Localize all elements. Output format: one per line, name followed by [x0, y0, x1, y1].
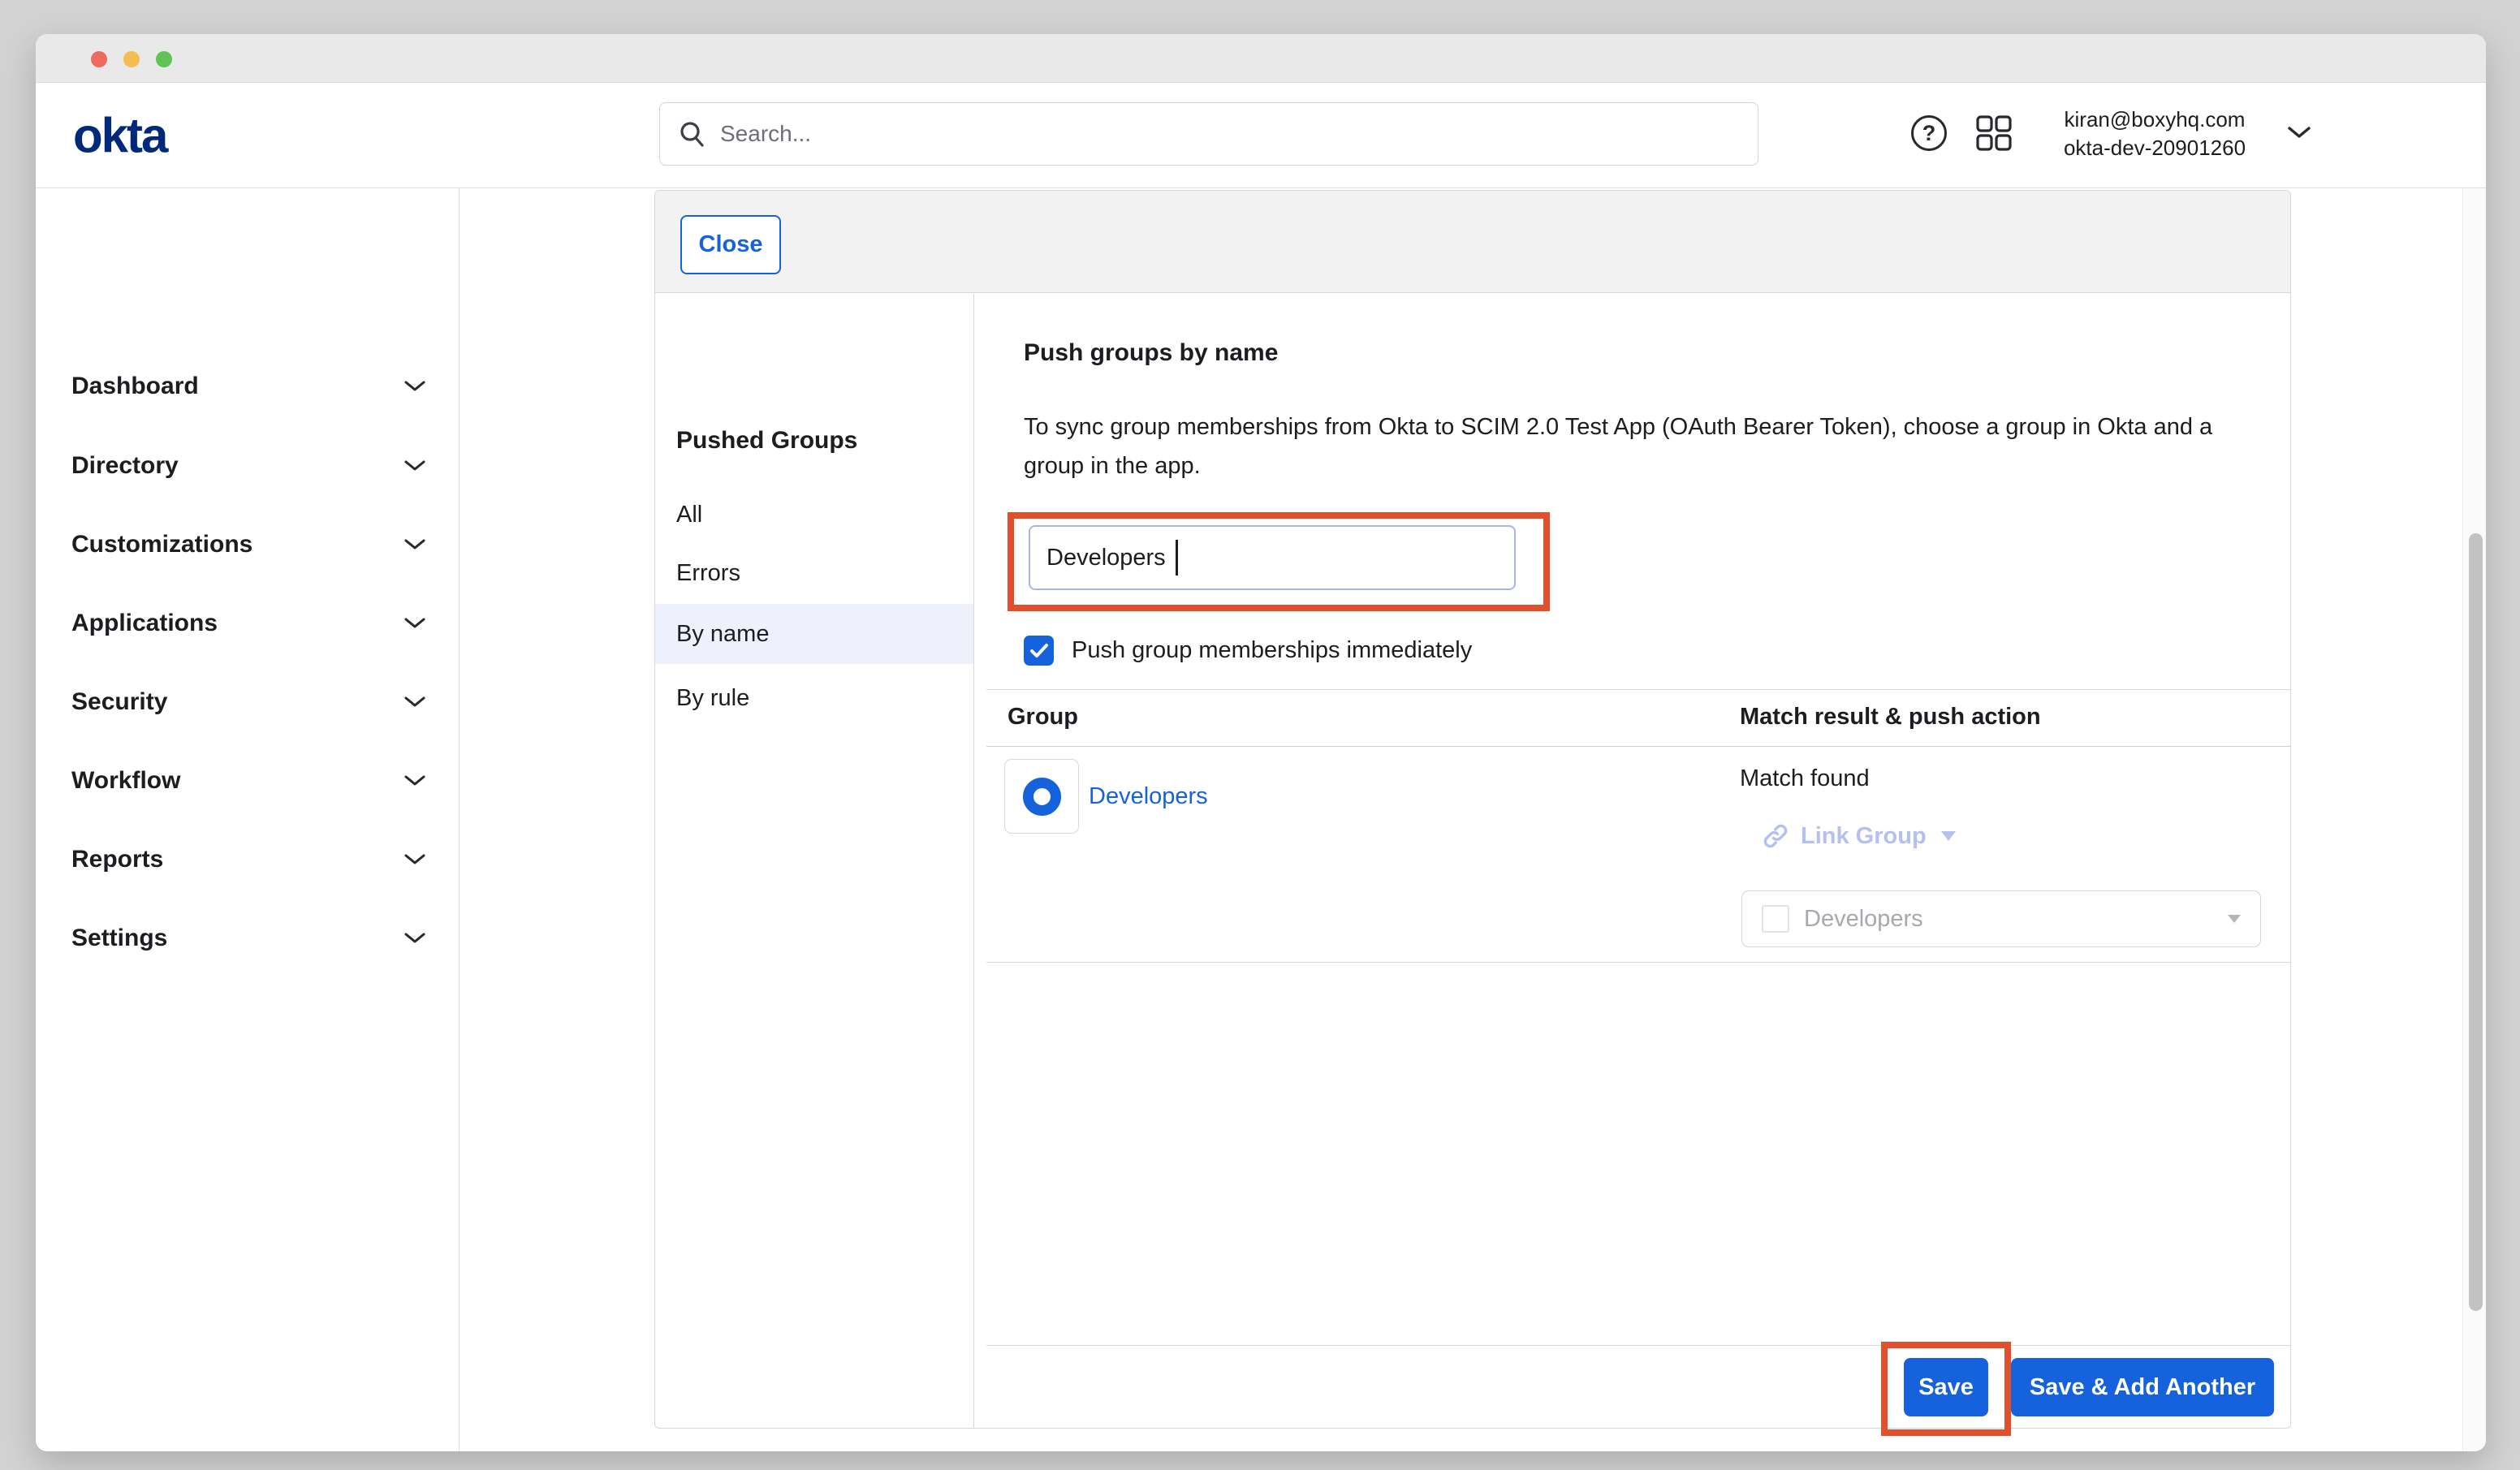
- link-group-dropdown[interactable]: Link Group: [1762, 822, 1956, 850]
- tab-errors[interactable]: Errors: [655, 543, 973, 603]
- push-immediately-row: Push group memberships immediately: [1024, 636, 1472, 666]
- browser-window: okta ?: [36, 34, 2486, 1451]
- chevron-down-icon: [403, 380, 426, 393]
- minimize-window-icon[interactable]: [123, 51, 140, 67]
- target-group-select[interactable]: Developers: [1741, 890, 2261, 947]
- row-divider: [986, 962, 2290, 963]
- scrollbar-track[interactable]: [2462, 188, 2486, 1451]
- search-icon: [678, 119, 707, 149]
- apps-grid-button[interactable]: [1974, 114, 2013, 153]
- link-icon: [1762, 822, 1789, 850]
- sidebar-item-dashboard[interactable]: Dashboard: [36, 356, 459, 416]
- app-header: okta ?: [36, 83, 2486, 188]
- tab-all[interactable]: All: [655, 485, 973, 545]
- chevron-down-icon: [403, 617, 426, 630]
- screen: okta ?: [0, 0, 2520, 1470]
- group-name-link[interactable]: Developers: [1089, 783, 1208, 810]
- push-immediately-label: Push group memberships immediately: [1072, 637, 1472, 664]
- chevron-down-icon[interactable]: [2286, 125, 2312, 140]
- sidebar-item-workflow[interactable]: Workflow: [36, 751, 459, 811]
- tab-by-name[interactable]: By name: [655, 604, 973, 664]
- link-group-label: Link Group: [1801, 823, 1927, 850]
- scrollbar-thumb[interactable]: [2469, 533, 2483, 1311]
- global-search[interactable]: [659, 102, 1758, 166]
- sidebar-item-security[interactable]: Security: [36, 672, 459, 732]
- pushed-groups-nav: Pushed Groups All Errors By name By rule: [655, 294, 974, 1428]
- okta-group-icon: [1023, 778, 1061, 816]
- group-name-input[interactable]: [1029, 525, 1516, 590]
- account-org: okta-dev-20901260: [2035, 134, 2275, 162]
- question-mark-icon: ?: [1922, 121, 1936, 146]
- push-immediately-checkbox[interactable]: [1024, 636, 1054, 666]
- table-divider: [986, 689, 2290, 690]
- account-menu[interactable]: kiran@boxyhq.com okta-dev-20901260: [2035, 106, 2275, 162]
- save-button[interactable]: Save: [1904, 1358, 1988, 1416]
- table-divider: [986, 746, 2290, 747]
- checkmark-icon: [1029, 643, 1049, 659]
- sidebar: Dashboard Directory Customizations Appli…: [36, 188, 460, 1451]
- group-placeholder-icon: [1762, 905, 1789, 933]
- sidebar-item-settings[interactable]: Settings: [36, 908, 459, 968]
- group-logo-card: [1004, 759, 1079, 834]
- match-status: Match found: [1740, 765, 1870, 792]
- chevron-down-icon: [403, 696, 426, 709]
- search-input[interactable]: [720, 121, 1740, 147]
- sidebar-item-applications[interactable]: Applications: [36, 593, 459, 653]
- column-header-match: Match result & push action: [1740, 704, 2041, 731]
- footer-divider: [986, 1345, 2290, 1346]
- okta-logo[interactable]: okta: [73, 107, 166, 163]
- target-group-value: Developers: [1804, 906, 2213, 933]
- push-groups-dialog: Close Pushed Groups All Errors By name B…: [654, 190, 2291, 1429]
- close-button[interactable]: Close: [680, 215, 781, 274]
- chevron-down-icon: [403, 459, 426, 472]
- chevron-down-icon: [403, 538, 426, 551]
- chevron-down-icon: [403, 853, 426, 866]
- chevron-down-icon: [403, 932, 426, 945]
- window-titlebar: [36, 34, 2486, 83]
- caret-down-icon: [1941, 831, 1956, 841]
- pushed-groups-title: Pushed Groups: [676, 427, 857, 455]
- text-cursor: [1176, 540, 1178, 575]
- sidebar-item-reports[interactable]: Reports: [36, 830, 459, 890]
- column-header-group: Group: [1008, 704, 1078, 731]
- form-description: To sync group memberships from Okta to S…: [1024, 407, 2233, 485]
- caret-down-icon: [2228, 915, 2241, 923]
- zoom-window-icon[interactable]: [156, 51, 172, 67]
- help-button[interactable]: ?: [1909, 114, 1948, 153]
- close-window-icon[interactable]: [91, 51, 107, 67]
- sidebar-item-customizations[interactable]: Customizations: [36, 515, 459, 575]
- tab-by-rule[interactable]: By rule: [655, 668, 973, 728]
- form-heading: Push groups by name: [1024, 339, 1278, 367]
- push-by-name-form: Push groups by name To sync group member…: [974, 294, 2290, 1428]
- grid-icon: [1975, 114, 2013, 152]
- save-and-add-another-button[interactable]: Save & Add Another: [2011, 1358, 2274, 1416]
- sidebar-item-directory[interactable]: Directory: [36, 436, 459, 496]
- account-email: kiran@boxyhq.com: [2035, 106, 2275, 134]
- chevron-down-icon: [403, 774, 426, 787]
- dialog-toolbar: [655, 191, 2290, 293]
